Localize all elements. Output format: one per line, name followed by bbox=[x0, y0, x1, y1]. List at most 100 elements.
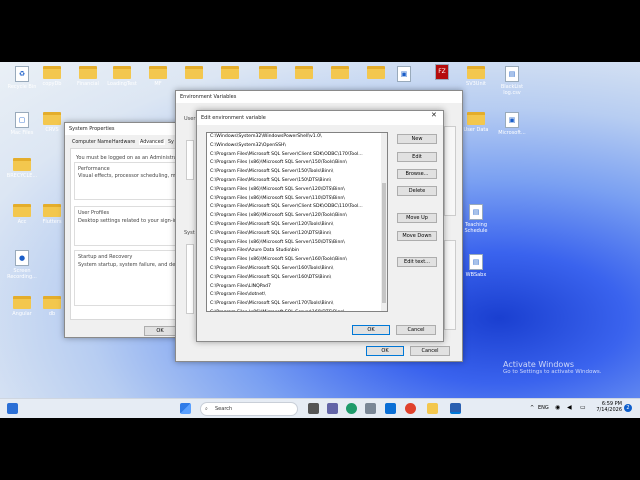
path-row[interactable]: C:\Program Files\Azure Data Studio\bin bbox=[207, 247, 387, 256]
search-box[interactable]: ⌕ Search bbox=[200, 402, 298, 416]
desktop-icon[interactable]: FZ bbox=[424, 64, 460, 82]
desktop-icon[interactable]: User Data bbox=[458, 112, 494, 133]
desktop-icon[interactable]: Financial bbox=[70, 66, 106, 87]
new-button[interactable]: New bbox=[397, 134, 437, 144]
desktop-icon[interactable]: ▤ BlackList log.csv bbox=[494, 66, 530, 96]
desktop-icon-label: copyDb bbox=[42, 81, 62, 87]
desktop-icon[interactable] bbox=[322, 66, 358, 81]
settings-icon[interactable] bbox=[365, 403, 376, 414]
edit-dialog-cancel-button[interactable]: Cancel bbox=[396, 325, 436, 335]
edit-button[interactable]: Edit bbox=[397, 152, 437, 162]
vscode-icon[interactable] bbox=[385, 403, 396, 414]
user-variables-buttons-stub bbox=[444, 126, 456, 216]
desktop-icon[interactable]: copyDb bbox=[34, 66, 70, 87]
path-row[interactable]: C:\Program Files\Microsoft SQL Server\12… bbox=[207, 230, 387, 239]
path-row[interactable]: C:\Program Files\Microsoft SQL Server\Cl… bbox=[207, 151, 387, 160]
chevron-up-icon[interactable]: ^ bbox=[530, 405, 534, 411]
path-row[interactable]: C:\Program Files (x86)\Microsoft SQL Ser… bbox=[207, 239, 387, 248]
path-list-scrollbar[interactable] bbox=[381, 133, 387, 311]
path-list[interactable]: C:\Windows\System32\WindowsPowerShell\v1… bbox=[206, 132, 388, 312]
app-icon: ♻ bbox=[15, 66, 29, 82]
system-variables-label: Syst bbox=[184, 230, 195, 236]
performance-header: Performance bbox=[78, 166, 110, 172]
path-row[interactable]: C:\Windows\System32\WindowsPowerShell\v1… bbox=[207, 133, 387, 142]
path-row[interactable]: C:\Program Files\dotnet\ bbox=[207, 291, 387, 300]
system-properties-title: System Properties bbox=[65, 123, 189, 135]
chat-icon[interactable] bbox=[327, 403, 338, 414]
desktop-icon[interactable] bbox=[176, 66, 212, 81]
folder-icon bbox=[13, 204, 31, 217]
folder-icon bbox=[43, 204, 61, 217]
desktop-icon[interactable] bbox=[212, 66, 248, 81]
path-row[interactable]: C:\Program Files\Microsoft SQL Server\16… bbox=[207, 265, 387, 274]
desktop-icon[interactable]: ▣ Microsoft... bbox=[494, 112, 530, 136]
folder-icon bbox=[259, 66, 277, 79]
desktop-icon[interactable]: BRECYCLE... bbox=[4, 158, 40, 179]
path-row[interactable]: C:\Program Files (x86)\Microsoft SQL Ser… bbox=[207, 212, 387, 221]
startup-header: Startup and Recovery bbox=[78, 254, 133, 260]
browse-button[interactable]: Browse... bbox=[397, 169, 437, 179]
close-icon[interactable]: ✕ bbox=[431, 111, 437, 119]
path-row[interactable]: C:\Program Files (x86)\Microsoft SQL Ser… bbox=[207, 256, 387, 265]
desktop-icon[interactable] bbox=[250, 66, 286, 81]
tab-system-protection[interactable]: Sy bbox=[168, 140, 174, 145]
system-properties-ok-button[interactable]: OK bbox=[144, 326, 176, 336]
folder-icon bbox=[295, 66, 313, 79]
path-row[interactable]: C:\Program Files\Microsoft SQL Server\15… bbox=[207, 168, 387, 177]
environment-cancel-button[interactable]: Cancel bbox=[410, 346, 450, 356]
desktop-icon[interactable]: ▤ WBSabx bbox=[458, 254, 494, 278]
path-row[interactable]: C:\Program Files (x86)\Microsoft SQL Ser… bbox=[207, 195, 387, 204]
language-indicator[interactable]: ENG bbox=[538, 405, 549, 411]
tab-advanced[interactable]: Advanced bbox=[139, 140, 165, 145]
path-row[interactable]: C:\Program Files\Microsoft SQL Server\17… bbox=[207, 300, 387, 309]
network-icon[interactable]: ◉ bbox=[555, 404, 560, 411]
path-row[interactable]: C:\Program Files\Microsoft SQL Server\12… bbox=[207, 221, 387, 230]
widgets-icon[interactable] bbox=[7, 403, 18, 414]
folder-icon bbox=[467, 112, 485, 125]
path-row[interactable]: C:\Program Files\LINQPad7 bbox=[207, 283, 387, 292]
app-icon: ▤ bbox=[469, 204, 483, 220]
desktop-icon[interactable]: SV3Unit bbox=[458, 66, 494, 87]
desktop-icon[interactable]: ● Screen Recording... bbox=[4, 250, 40, 280]
edit-dialog-ok-button[interactable]: OK bbox=[352, 325, 390, 335]
edge-icon[interactable] bbox=[346, 403, 357, 414]
path-row[interactable]: C:\Program Files (x86)\Microsoft SQL Ser… bbox=[207, 186, 387, 195]
search-icon: ⌕ bbox=[205, 406, 208, 412]
delete-button[interactable]: Delete bbox=[397, 186, 437, 196]
desktop-icon-label: Financial bbox=[77, 81, 99, 87]
desktop-icon[interactable]: LoadingTest bbox=[104, 66, 140, 87]
tab-hardware[interactable]: Hardware bbox=[112, 140, 135, 145]
user-variables-list[interactable] bbox=[186, 140, 194, 180]
desktop-icon[interactable] bbox=[286, 66, 322, 81]
chrome-icon[interactable] bbox=[405, 403, 416, 414]
volume-icon[interactable]: ◀ bbox=[567, 404, 572, 411]
notification-badge[interactable]: 2 bbox=[624, 404, 632, 412]
environment-ok-button[interactable]: OK bbox=[366, 346, 404, 356]
path-row[interactable]: C:\Windows\System32\OpenSSH\ bbox=[207, 142, 387, 151]
path-row[interactable]: C:\Program Files\Microsoft SQL Server\15… bbox=[207, 177, 387, 186]
desktop-icon[interactable]: MF bbox=[140, 66, 176, 87]
task-view-icon[interactable] bbox=[308, 403, 319, 414]
desktop-icon[interactable]: ▤ Teaching Schedule bbox=[458, 204, 494, 234]
watermark-line2: Go to Settings to activate Windows. bbox=[503, 369, 602, 375]
folder-icon bbox=[79, 66, 97, 79]
folder-icon bbox=[13, 296, 31, 309]
desktop-icon-label: BlackList log.csv bbox=[500, 84, 524, 96]
edit-text-button[interactable]: Edit text... bbox=[397, 257, 437, 267]
battery-icon[interactable]: ▭ bbox=[580, 404, 586, 411]
scrollbar-thumb[interactable] bbox=[382, 183, 386, 303]
tab-computer-name[interactable]: Computer Name bbox=[72, 140, 112, 145]
start-icon[interactable] bbox=[180, 403, 191, 414]
clock[interactable]: 6:59 PM 7/14/2026 bbox=[594, 401, 622, 413]
path-row[interactable]: C:\Program Files\Microsoft SQL Server\16… bbox=[207, 274, 387, 283]
path-row[interactable]: C:\Program Files (x86)\Microsoft SQL Ser… bbox=[207, 159, 387, 168]
user-variables-label: User bbox=[184, 116, 196, 122]
path-row[interactable]: C:\Program Files\Microsoft SQL Server\Cl… bbox=[207, 203, 387, 212]
system-variables-list[interactable] bbox=[186, 244, 194, 314]
file-explorer-icon[interactable] bbox=[427, 403, 438, 414]
path-row[interactable]: C:\Program Files (x86)\Microsoft SQL Ser… bbox=[207, 309, 387, 311]
move-up-button[interactable]: Move Up bbox=[397, 213, 437, 223]
move-down-button[interactable]: Move Down bbox=[397, 231, 437, 241]
system-properties-taskbar-icon[interactable] bbox=[450, 403, 461, 414]
desktop-icon[interactable]: ▣ bbox=[386, 66, 422, 84]
